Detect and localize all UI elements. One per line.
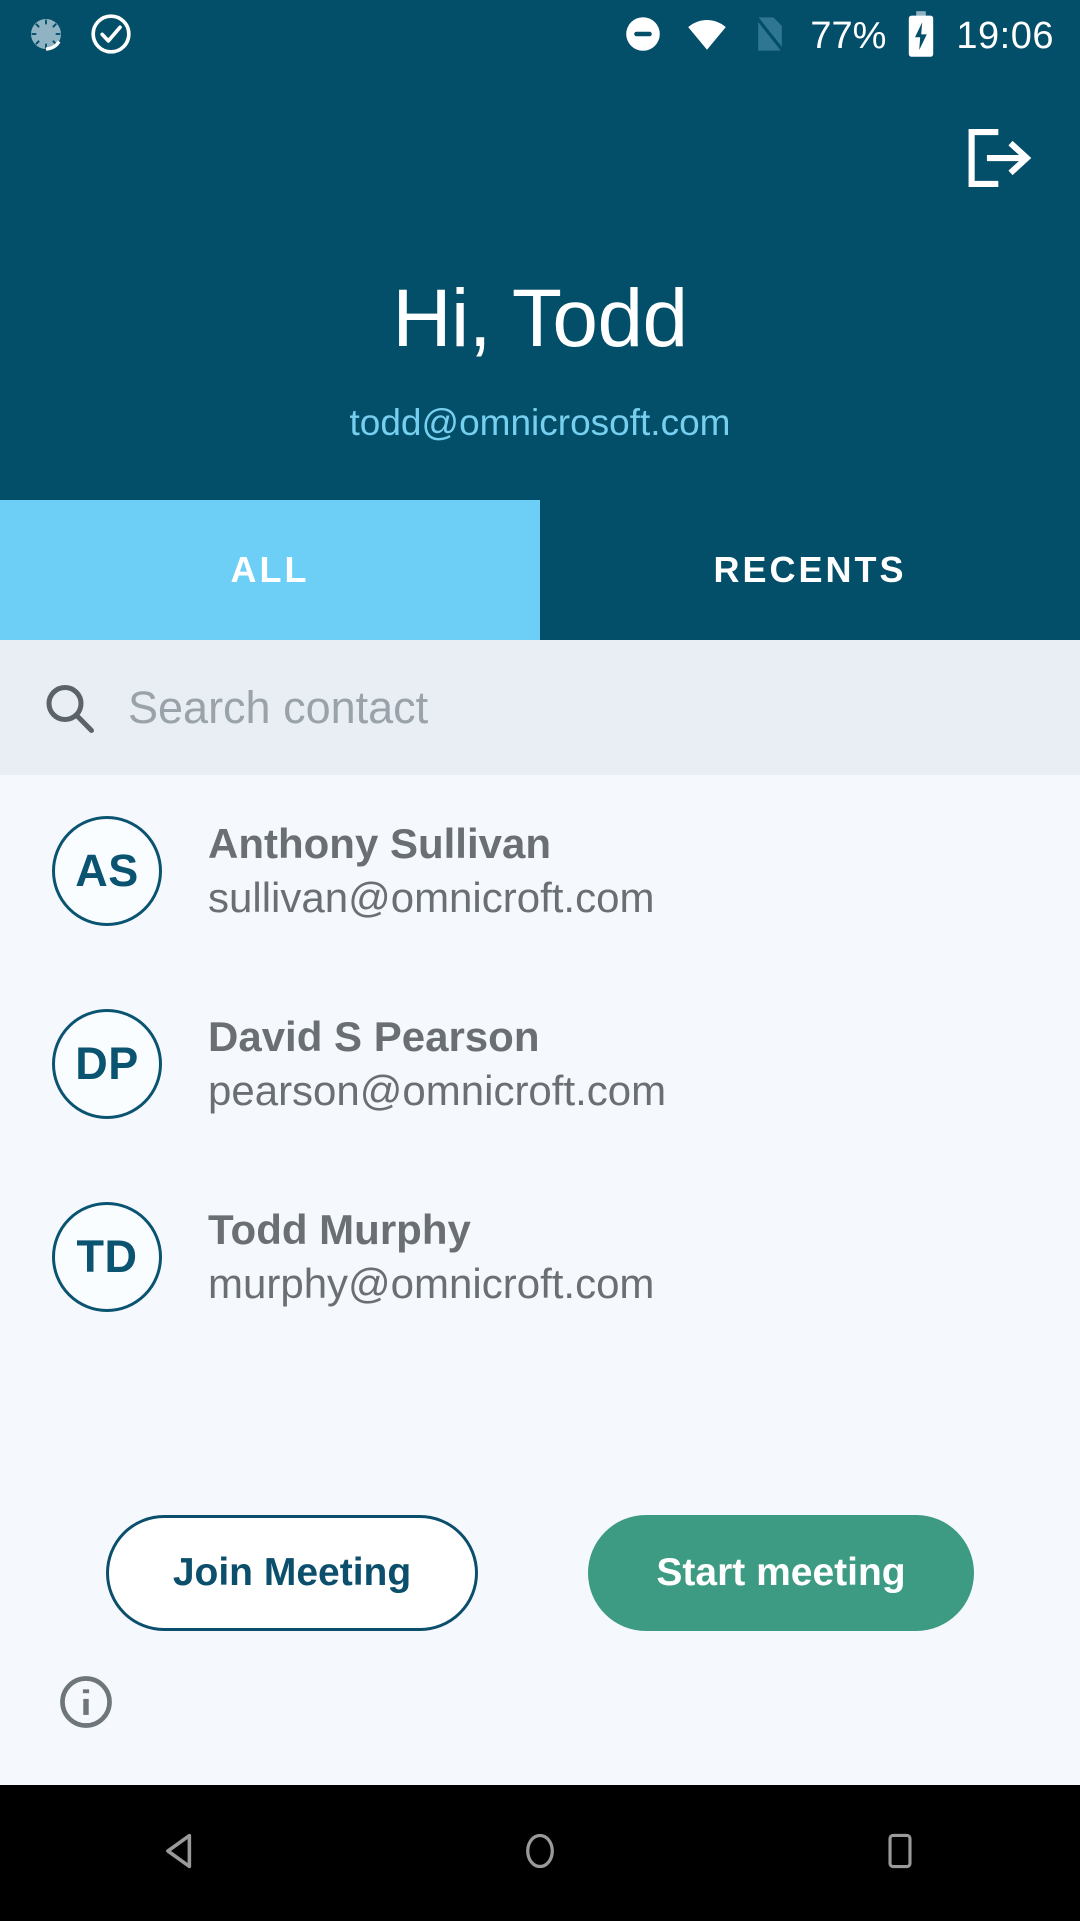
contact-details: Anthony Sullivan sullivan@omnicroft.com [208, 819, 654, 922]
avatar: TD [52, 1202, 162, 1312]
contact-email: murphy@omnicroft.com [208, 1260, 655, 1307]
contact-email: sullivan@omnicroft.com [208, 874, 655, 921]
content-bottom-spacer [0, 1745, 1080, 1785]
check-circle-icon [88, 11, 134, 62]
action-button-row: Join Meeting Start meeting [0, 1515, 1080, 1645]
home-circle-icon [517, 1826, 563, 1881]
home-button[interactable] [460, 1785, 620, 1921]
no-sim-icon [750, 12, 790, 61]
contact-list-item[interactable]: TD Todd Murphy murphy@omnicroft.com [0, 1161, 1080, 1353]
search-icon [34, 673, 104, 743]
app-screen: 77% 19:06 Hi, Todd todd@omnicrosoft.com … [0, 0, 1080, 1921]
recents-square-icon [879, 1827, 921, 1880]
wifi-icon [684, 11, 730, 62]
user-email-label: todd@omnicrosoft.com [349, 402, 731, 443]
tab-recents[interactable]: RECENTS [540, 500, 1080, 640]
join-meeting-button[interactable]: Join Meeting [106, 1515, 478, 1631]
status-bar-right-icons: 77% 19:06 [622, 10, 1054, 63]
contact-list: AS Anthony Sullivan sullivan@omnicroft.c… [0, 775, 1080, 1515]
contact-name: David S Pearson [208, 1013, 540, 1061]
start-meeting-button[interactable]: Start meeting [588, 1515, 974, 1631]
battery-percent-label: 77% [810, 14, 887, 57]
contact-list-item[interactable]: DP David S Pearson pearson@omnicroft.com [0, 968, 1080, 1160]
contact-name: Anthony Sullivan [208, 820, 552, 868]
info-button[interactable] [54, 1672, 118, 1736]
page-title: Hi, Todd [392, 273, 688, 364]
search-input[interactable] [128, 681, 928, 734]
search-bar [0, 640, 1080, 775]
back-triangle-icon [155, 1826, 205, 1881]
back-button[interactable] [100, 1785, 260, 1921]
recents-button[interactable] [820, 1785, 980, 1921]
tab-all[interactable]: ALL [0, 500, 540, 640]
profile-header: Hi, Todd todd@omnicrosoft.com [0, 72, 1080, 506]
avatar: AS [52, 816, 162, 926]
do-not-disturb-icon [622, 13, 664, 60]
contact-list-item[interactable]: AS Anthony Sullivan sullivan@omnicroft.c… [0, 775, 1080, 967]
logout-button[interactable] [954, 120, 1040, 200]
status-bar: 77% 19:06 [0, 0, 1080, 72]
clock-label: 19:06 [956, 14, 1054, 57]
avatar: DP [52, 1009, 162, 1119]
sync-spinner-icon [26, 14, 66, 59]
contact-email: pearson@omnicroft.com [208, 1067, 667, 1114]
contact-details: David S Pearson pearson@omnicroft.com [208, 1012, 666, 1115]
battery-charging-icon [906, 10, 936, 63]
tab-bar: ALL RECENTS [0, 500, 1080, 640]
contact-details: Todd Murphy murphy@omnicroft.com [208, 1205, 654, 1308]
status-bar-left-icons [26, 11, 134, 62]
info-icon [55, 1671, 117, 1738]
logout-icon [959, 123, 1035, 198]
contact-name: Todd Murphy [208, 1206, 471, 1254]
android-navigation-bar [0, 1785, 1080, 1921]
